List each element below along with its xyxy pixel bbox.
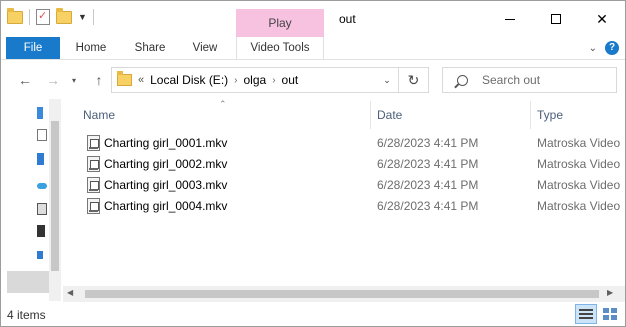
address-history-chevron-icon[interactable]: ⌄ [376, 68, 398, 92]
window-title: out [339, 12, 356, 26]
maximize-button[interactable] [533, 1, 579, 37]
close-button[interactable]: ✕ [579, 1, 625, 37]
refresh-icon: ↻ [407, 71, 420, 88]
refresh-button[interactable]: ↻ [399, 67, 429, 93]
contextual-tab-play[interactable]: Play [236, 9, 324, 37]
navigation-bar: ← → ▾ ↑ « Local Disk (E:) › olga › out ⌄… [1, 61, 625, 99]
file-type: Matroska Video [537, 199, 621, 213]
up-button[interactable]: ↑ [89, 71, 109, 89]
chevron-right-icon[interactable]: › [272, 75, 275, 86]
item-count: 4 items [7, 308, 46, 322]
column-divider[interactable] [530, 101, 531, 129]
file-type: Matroska Video [537, 157, 621, 171]
details-view-icon[interactable] [575, 304, 597, 324]
large-icons-view-icon[interactable] [601, 306, 619, 322]
customize-toolbar-chevron-icon[interactable]: ▼ [78, 12, 87, 22]
download-icon[interactable] [37, 153, 44, 165]
tab-view[interactable]: View [183, 37, 227, 59]
arrow-left-icon: ← [18, 72, 32, 88]
file-date: 6/28/2023 4:41 PM [377, 136, 479, 150]
file-row[interactable]: Charting girl_0004.mkv 6/28/2023 4:41 PM… [79, 196, 625, 217]
ribbon-tabs: File Home Share View Video Tools ⌄ ? [1, 37, 625, 60]
scroll-right-icon[interactable]: ▶ [607, 288, 613, 297]
tab-video-tools[interactable]: Video Tools [236, 37, 324, 59]
ribbon-right-controls: ⌄ ? [589, 41, 619, 55]
new-folder-icon[interactable] [56, 7, 72, 24]
file-explorer-window: ▼ Play out ✕ File Home Share View Video … [0, 0, 626, 327]
tab-home[interactable]: Home [66, 37, 116, 59]
window-controls: ✕ [487, 1, 625, 37]
forward-button[interactable]: → [43, 71, 63, 89]
toolbar-divider [92, 9, 94, 25]
file-type: Matroska Video [537, 136, 621, 150]
file-date: 6/28/2023 4:41 PM [377, 157, 479, 171]
breadcrumb-overflow[interactable]: « [138, 74, 144, 86]
scroll-left-icon[interactable]: ◀ [67, 288, 73, 297]
quick-access-toolbar: ▼ [7, 7, 94, 25]
cloud-icon[interactable] [37, 183, 47, 189]
address-bar[interactable]: « Local Disk (E:) › olga › out ⌄ [111, 67, 399, 93]
folder-icon[interactable] [7, 7, 23, 24]
file-name: Charting girl_0001.mkv [104, 136, 228, 150]
properties-icon[interactable] [36, 9, 50, 25]
file-date: 6/28/2023 4:41 PM [377, 199, 479, 213]
file-row[interactable]: Charting girl_0001.mkv 6/28/2023 4:41 PM… [79, 133, 625, 154]
search-box[interactable]: Search out [442, 67, 617, 93]
column-header-type[interactable]: Type [537, 99, 563, 131]
search-icon [457, 74, 468, 86]
folder-icon [117, 71, 132, 86]
title-bar: ▼ Play out ✕ [1, 1, 625, 37]
chevron-right-icon[interactable]: › [234, 75, 237, 86]
video-file-icon [87, 156, 100, 172]
minimize-button[interactable] [487, 1, 533, 37]
document-icon[interactable] [37, 129, 47, 141]
navigation-pane-scroll-thumb[interactable] [51, 121, 59, 271]
sort-caret-icon: ⌃ [219, 99, 227, 109]
video-file-icon [87, 135, 100, 151]
chevron-down-icon: ▾ [71, 75, 76, 85]
file-name: Charting girl_0002.mkv [104, 157, 228, 171]
breadcrumb-olga[interactable]: olga [244, 73, 267, 87]
video-file-icon [87, 177, 100, 193]
file-name: Charting girl_0004.mkv [104, 199, 228, 213]
column-header-date[interactable]: Date [377, 99, 402, 131]
column-divider[interactable] [370, 101, 371, 129]
column-header-name[interactable]: Name [83, 99, 115, 131]
pictures-icon[interactable] [37, 203, 47, 215]
search-input[interactable]: Search out [482, 73, 540, 87]
breadcrumb-out[interactable]: out [282, 73, 299, 87]
quick-access-icon[interactable] [37, 107, 43, 119]
file-name: Charting girl_0003.mkv [104, 178, 228, 192]
close-icon: ✕ [596, 10, 608, 27]
recent-locations-button[interactable]: ▾ [69, 71, 79, 89]
file-type: Matroska Video [537, 178, 621, 192]
back-button[interactable]: ← [15, 71, 35, 89]
file-date: 6/28/2023 4:41 PM [377, 178, 479, 192]
tab-share[interactable]: Share [125, 37, 175, 59]
status-bar: 4 items [1, 302, 625, 326]
desktop-icon[interactable] [37, 251, 43, 259]
help-icon[interactable]: ? [605, 41, 619, 55]
arrow-up-icon: ↑ [95, 72, 103, 88]
file-row[interactable]: Charting girl_0002.mkv 6/28/2023 4:41 PM… [79, 154, 625, 175]
horizontal-scroll-thumb[interactable] [85, 290, 599, 298]
tab-file[interactable]: File [6, 37, 60, 59]
maximize-icon [551, 14, 561, 24]
toolbar-divider [29, 9, 30, 25]
navigation-pane-selected-item[interactable] [7, 271, 49, 293]
videos-icon[interactable] [37, 225, 45, 237]
video-file-icon [87, 198, 100, 214]
minimize-icon [505, 18, 515, 20]
expand-ribbon-chevron-icon[interactable]: ⌄ [589, 43, 597, 54]
breadcrumb-local-disk[interactable]: Local Disk (E:) [150, 73, 228, 87]
arrow-right-icon: → [46, 72, 60, 88]
file-row[interactable]: Charting girl_0003.mkv 6/28/2023 4:41 PM… [79, 175, 625, 196]
